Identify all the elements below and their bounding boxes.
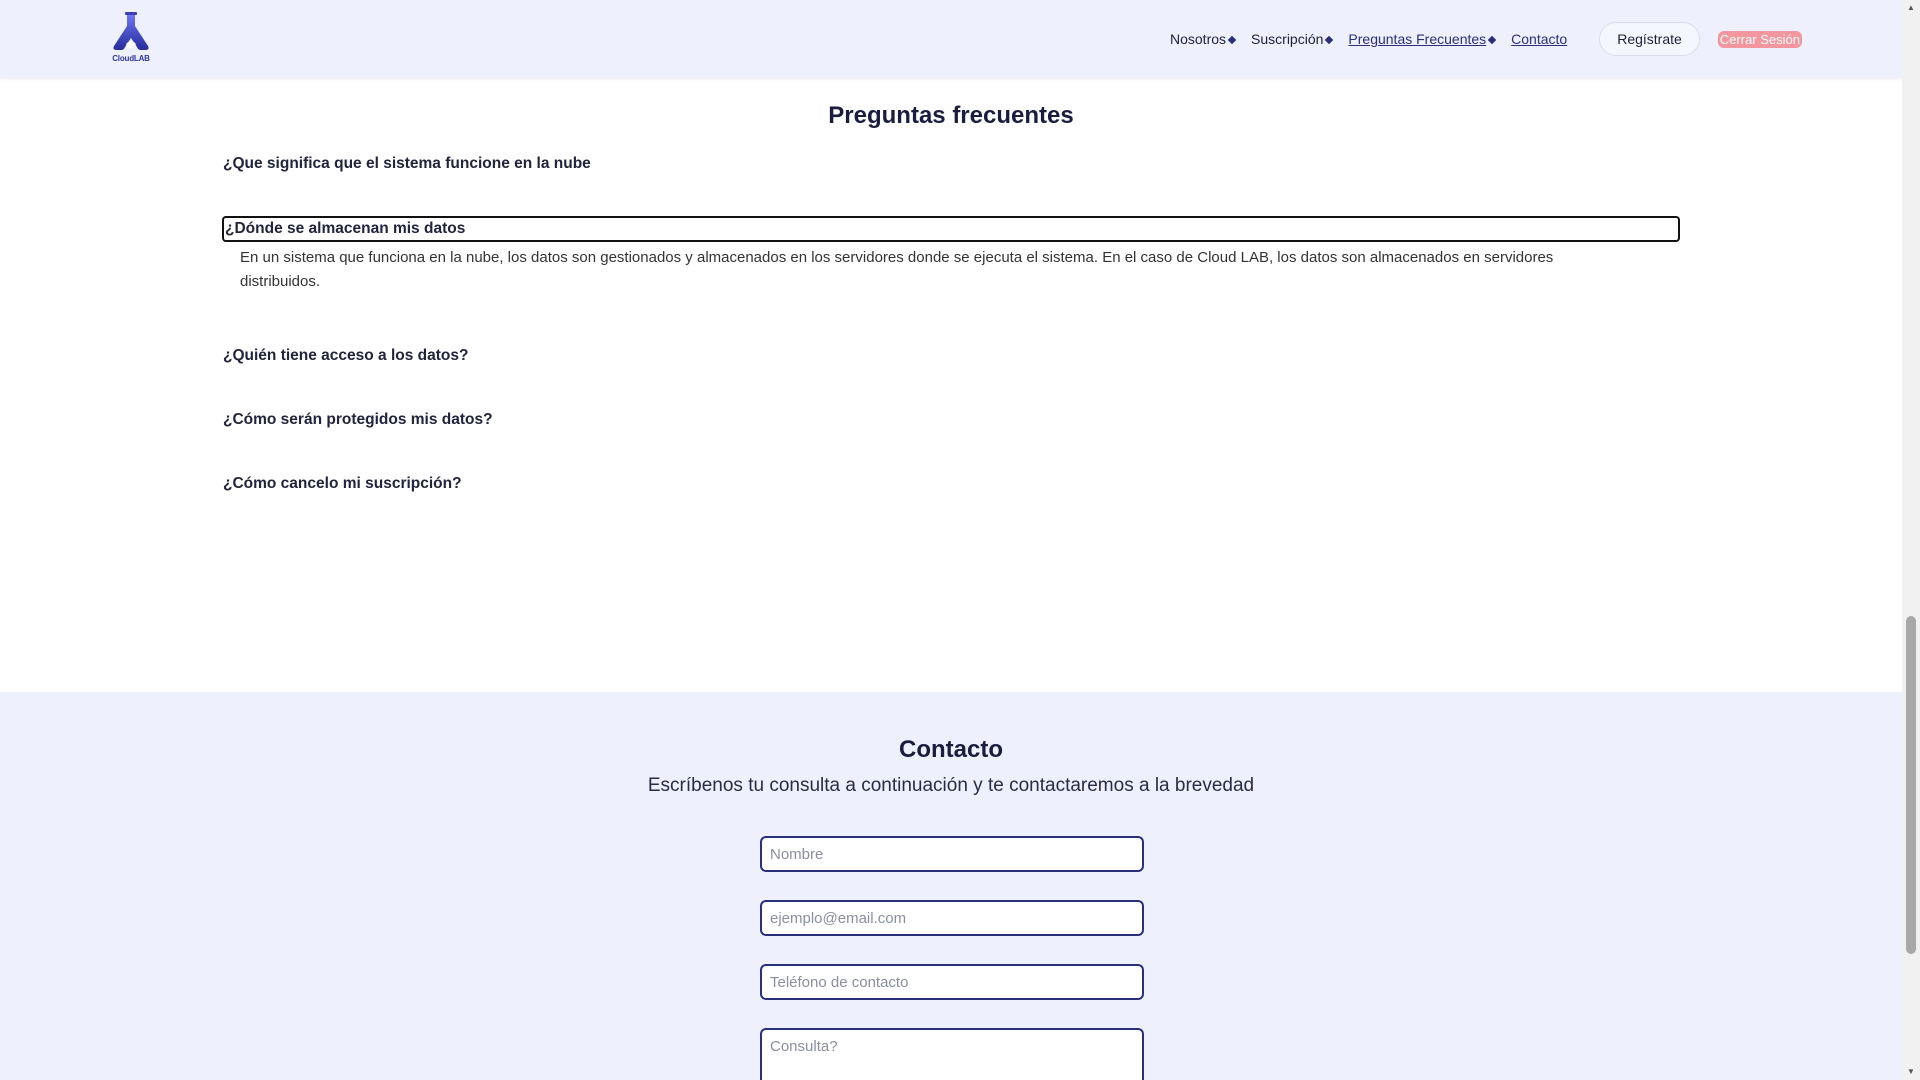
- faq-question-cancel[interactable]: ¿Cómo cancelo mi suscripción?: [223, 475, 462, 493]
- name-input[interactable]: [760, 836, 1144, 872]
- faq-question-protection[interactable]: ¿Cómo serán protegidos mis datos?: [223, 411, 493, 429]
- page-scrollbar[interactable]: ▲ ▼: [1902, 0, 1920, 1080]
- faq-title: Preguntas frecuentes: [828, 102, 1074, 129]
- site-header: CloudLAB Nosotros Suscripción Preguntas …: [0, 0, 1902, 78]
- page: CloudLAB Nosotros Suscripción Preguntas …: [0, 0, 1920, 1080]
- diamond-icon: [1227, 35, 1237, 44]
- nav-item-preguntas-frecuentes[interactable]: Preguntas Frecuentes: [1348, 31, 1497, 47]
- contact-subtitle: Escríbenos tu consulta a continuación y …: [647, 775, 1255, 796]
- nav-label-nosotros: Nosotros: [1170, 31, 1227, 47]
- nav-item-contacto[interactable]: Contacto: [1511, 31, 1567, 47]
- email-input[interactable]: [760, 900, 1144, 936]
- query-textarea[interactable]: [760, 1028, 1144, 1080]
- nav-item-nosotros[interactable]: Nosotros: [1170, 31, 1237, 47]
- scroll-thumb[interactable]: [1906, 616, 1916, 954]
- register-button[interactable]: Regístrate: [1599, 22, 1700, 56]
- logo-text: CloudLAB: [112, 54, 150, 63]
- flask-logo-icon: [113, 12, 149, 50]
- main-nav: Nosotros Suscripción Preguntas Frecuente…: [1170, 0, 1802, 78]
- nav-label-contacto: Contacto: [1511, 31, 1568, 47]
- faq-question-access[interactable]: ¿Quién tiene acceso a los datos?: [223, 347, 469, 365]
- contact-title: Contacto: [899, 736, 1003, 763]
- cloudlab-logo[interactable]: CloudLAB: [108, 10, 154, 68]
- nav-label-suscripcion: Suscripción: [1251, 31, 1324, 47]
- faq-question-cloud[interactable]: ¿Que significa que el sistema funcione e…: [223, 155, 591, 173]
- diamond-icon: [1325, 35, 1334, 44]
- faq-answer-storage: En un sistema que funciona en la nube, l…: [240, 249, 1554, 290]
- scroll-down-arrow-icon[interactable]: ▼: [1902, 1064, 1920, 1080]
- page-content: CloudLAB Nosotros Suscripción Preguntas …: [0, 0, 1902, 1080]
- contact-section: Contacto Escríbenos tu consulta a contin…: [0, 692, 1902, 1080]
- nav-label-preguntas-frecuentes: Preguntas Frecuentes: [1348, 31, 1487, 47]
- nav-item-suscripcion[interactable]: Suscripción: [1251, 31, 1334, 47]
- faq-question-storage[interactable]: ¿Dónde se almacenan mis datos: [222, 216, 1680, 242]
- diamond-icon: [1487, 35, 1497, 44]
- scroll-up-arrow-icon[interactable]: ▲: [1902, 0, 1920, 16]
- logout-button[interactable]: Cerrar Sesión: [1717, 30, 1802, 48]
- phone-input[interactable]: [760, 964, 1144, 1000]
